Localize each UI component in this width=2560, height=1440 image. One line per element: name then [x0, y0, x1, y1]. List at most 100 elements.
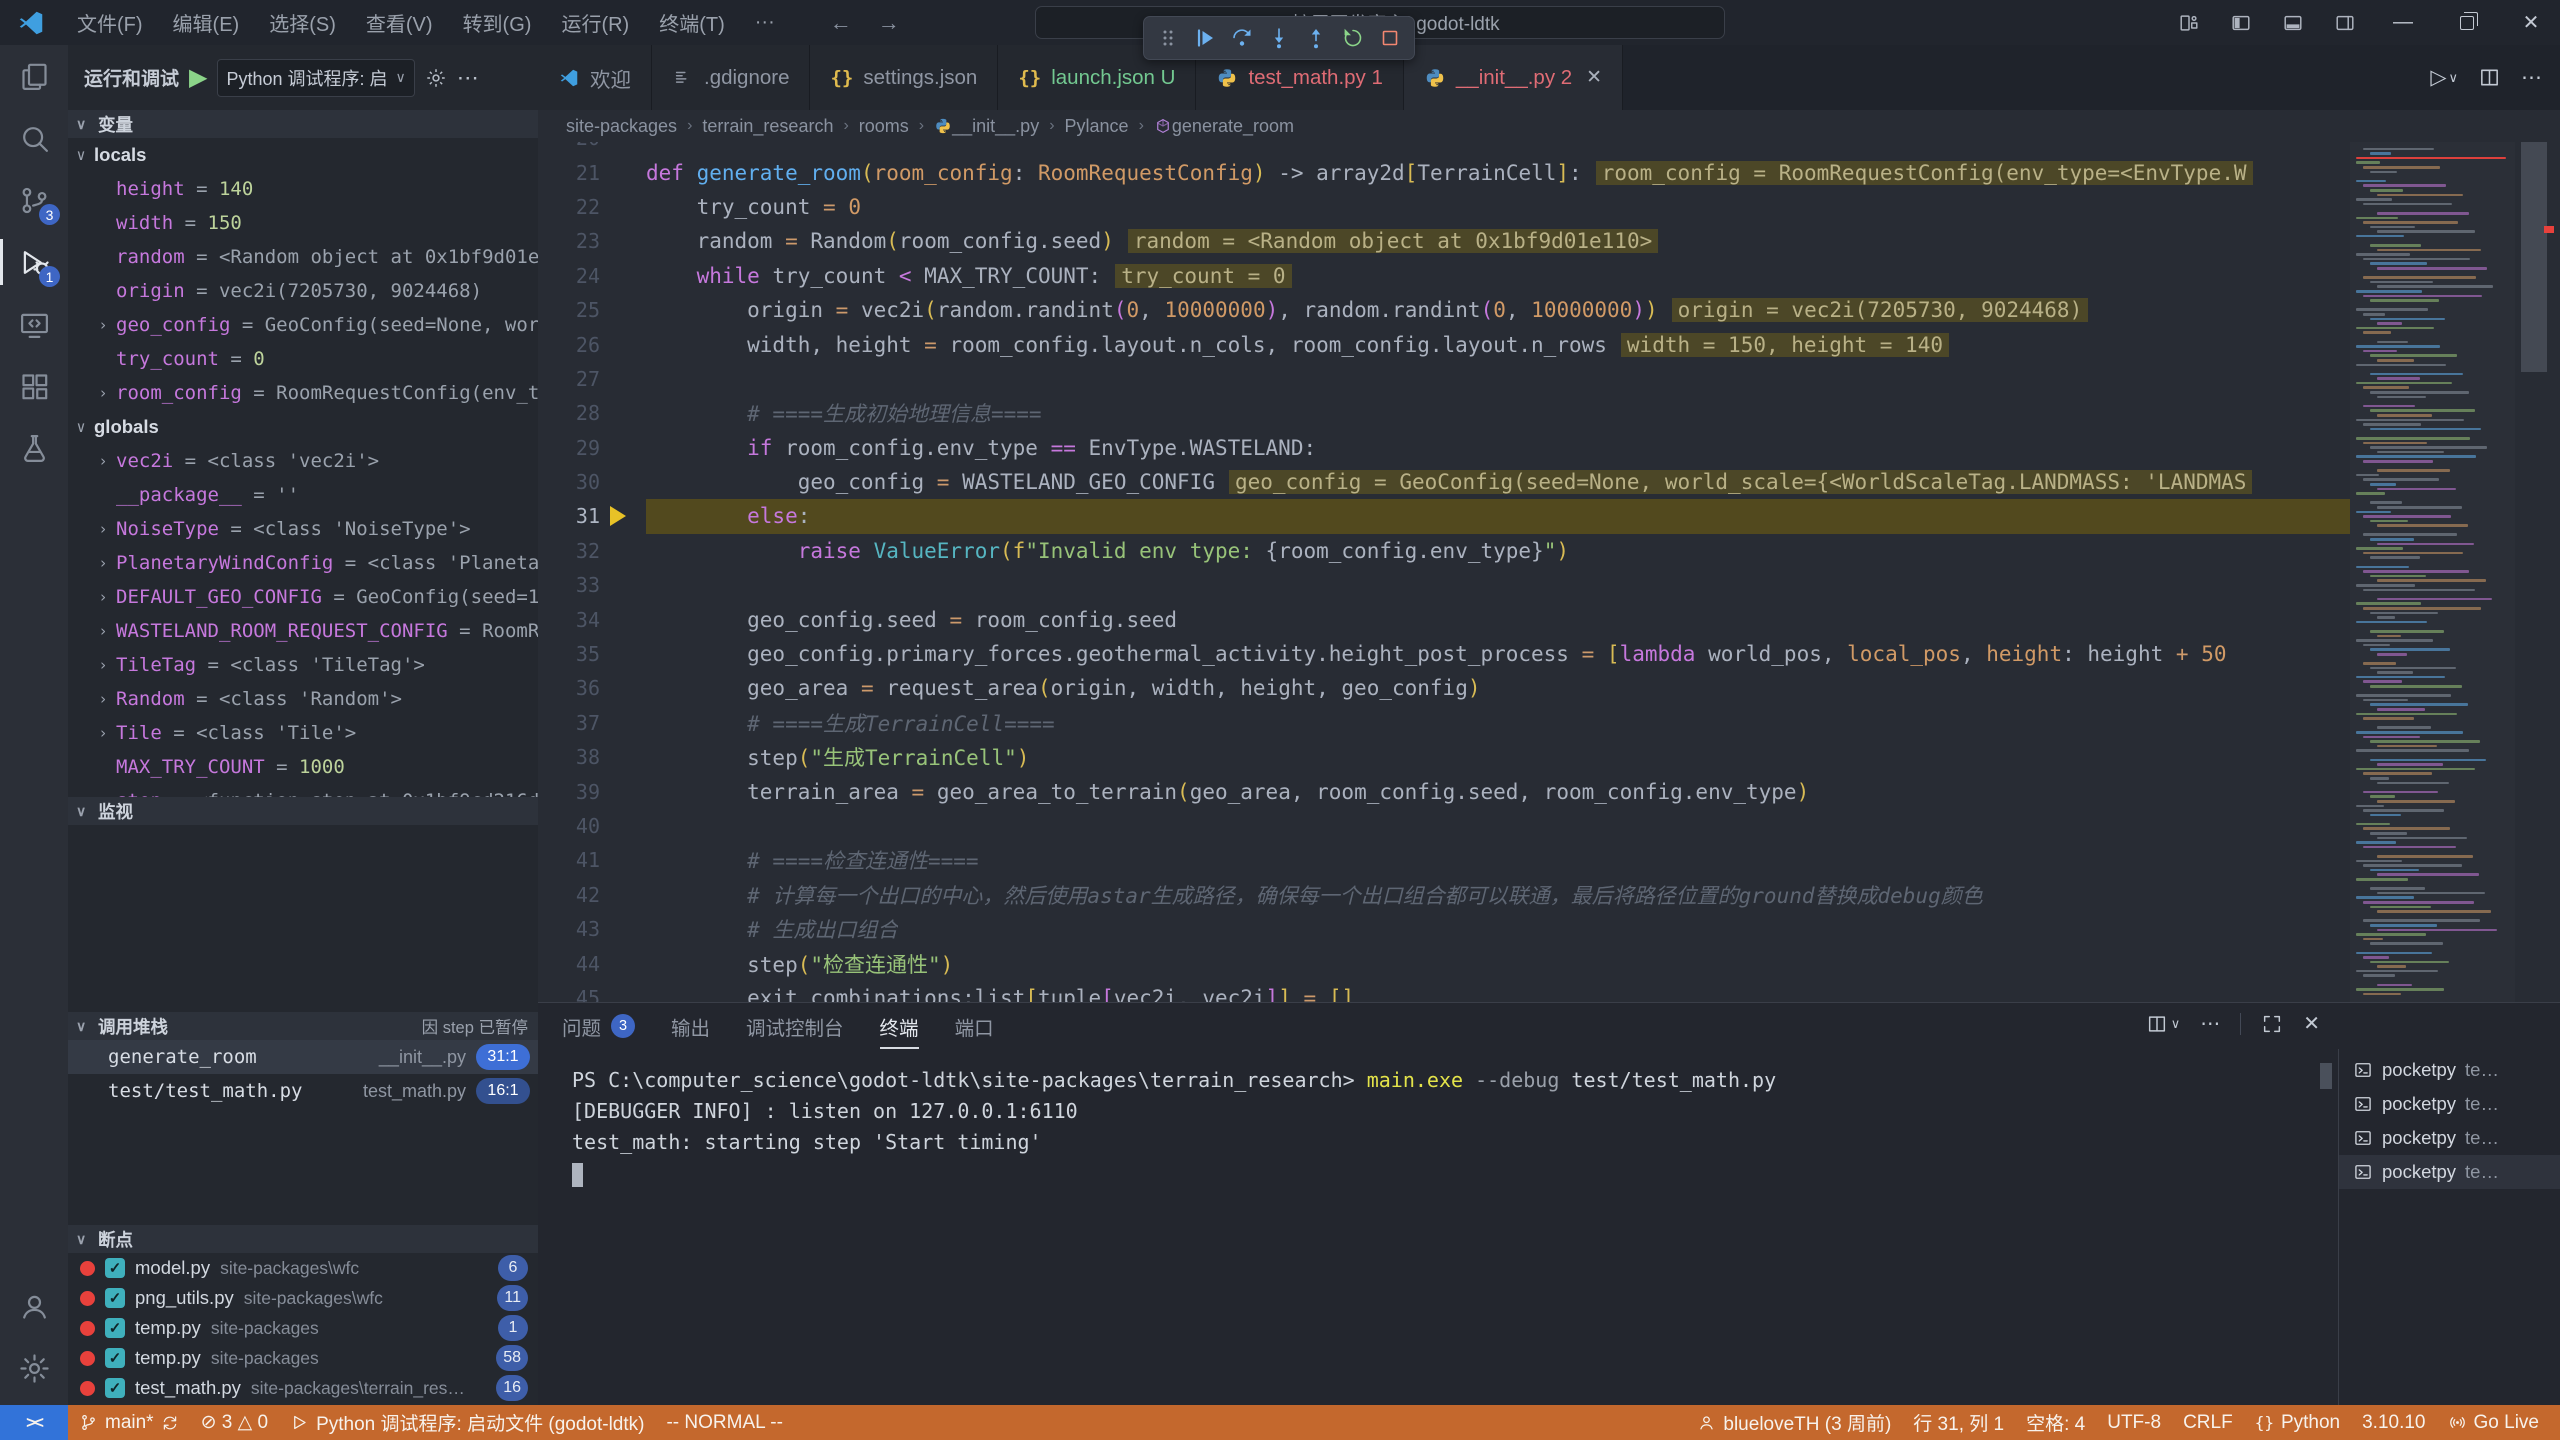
variables-header[interactable]: ∨ 变量 — [68, 110, 538, 138]
variable-row[interactable]: MAX_TRY_COUNT = 1000 — [68, 750, 538, 784]
activity-settings[interactable] — [0, 1337, 68, 1399]
code-line-29[interactable]: 29 if room_config.env_type == EnvType.WA… — [538, 431, 2350, 465]
breakpoint-checkbox[interactable]: ✓ — [105, 1318, 125, 1338]
code-line-43[interactable]: 43 # 生成出口组合 — [538, 912, 2350, 946]
variable-row[interactable]: step = <function step at 0x1bf9cd216d… — [68, 784, 538, 797]
breakpoint-checkbox[interactable]: ✓ — [105, 1258, 125, 1278]
breadcrumb-item[interactable]: __init__.py — [934, 116, 1039, 137]
code-line-42[interactable]: 42 # 计算每一个出口的中心，然后使用astar生成路径，确保每一个出口组合都… — [538, 878, 2350, 912]
status-cursor-position[interactable]: 行 31, 列 1 — [1902, 1405, 2015, 1440]
step-into-button[interactable] — [1261, 20, 1298, 56]
step-over-button[interactable] — [1224, 20, 1261, 56]
glyph-margin[interactable] — [600, 396, 646, 430]
code-line-24[interactable]: 24 while try_count < MAX_TRY_COUNT:try_c… — [538, 259, 2350, 293]
stop-button[interactable] — [1371, 20, 1408, 56]
restart-button[interactable] — [1334, 20, 1371, 56]
terminal-list-item[interactable]: pocketpyte… — [2339, 1087, 2560, 1121]
terminal-output[interactable]: PS C:\computer_science\godot-ldtk\site-p… — [572, 1065, 2332, 1405]
glyph-margin[interactable] — [600, 142, 646, 155]
breadcrumb-item[interactable]: generate_room — [1154, 116, 1294, 137]
variable-row[interactable]: ›PlanetaryWindConfig = <class 'Planeta… — [68, 546, 538, 580]
breakpoint-row[interactable]: ✓temp.pysite-packages58 — [68, 1343, 538, 1373]
more-actions-icon[interactable]: ⋯ — [457, 65, 479, 91]
code-line-35[interactable]: 35 geo_config.primary_forces.geothermal_… — [538, 637, 2350, 671]
glyph-margin[interactable] — [600, 946, 646, 980]
code-line-27[interactable]: 27 — [538, 362, 2350, 396]
activity-accounts[interactable] — [0, 1275, 68, 1337]
customize-layout-button[interactable] — [2166, 0, 2212, 45]
continue-button[interactable] — [1187, 20, 1224, 56]
code-line-22[interactable]: 22 try_count = 0 — [538, 190, 2350, 224]
glyph-margin[interactable] — [600, 912, 646, 946]
terminal-list-item[interactable]: pocketpyte… — [2339, 1053, 2560, 1087]
breakpoint-checkbox[interactable]: ✓ — [105, 1288, 125, 1308]
menu-item-7[interactable]: ··· — [740, 0, 790, 45]
breakpoint-row[interactable]: ✓test_math.pysite-packages\terrain_res…1… — [68, 1373, 538, 1403]
variable-row[interactable]: ›geo_config = GeoConfig(seed=None, wor… — [68, 308, 538, 342]
code-line-38[interactable]: 38 step("生成TerrainCell") — [538, 740, 2350, 774]
breakpoint-checkbox[interactable]: ✓ — [105, 1348, 125, 1368]
variable-row[interactable]: ›room_config = RoomRequestConfig(env_t… — [68, 376, 538, 410]
glyph-margin[interactable] — [600, 327, 646, 361]
breadcrumb[interactable]: site-packages›terrain_research›rooms›__i… — [538, 110, 2560, 142]
variable-row[interactable]: height = 140 — [68, 172, 538, 206]
minimap[interactable] — [2350, 142, 2515, 1002]
breadcrumb-item[interactable]: rooms — [859, 116, 909, 137]
watch-header[interactable]: ∨ 监视 — [68, 797, 538, 825]
glyph-margin[interactable] — [600, 465, 646, 499]
code-line-37[interactable]: 37 # ====生成TerrainCell==== — [538, 706, 2350, 740]
status-go-live[interactable]: Go Live — [2437, 1405, 2550, 1440]
glyph-margin[interactable] — [600, 499, 646, 533]
activity-search[interactable] — [0, 107, 68, 169]
glyph-margin[interactable] — [600, 809, 646, 843]
code-line-34[interactable]: 34 geo_config.seed = room_config.seed — [538, 602, 2350, 636]
more-actions-icon[interactable]: ⋯ — [2200, 1011, 2220, 1036]
variable-row[interactable]: __package__ = '' — [68, 478, 538, 512]
close-panel-icon[interactable]: ✕ — [2303, 1011, 2320, 1036]
status-debug-config[interactable]: Python 调试程序: 启动文件 (godot-ldtk) — [279, 1405, 655, 1440]
activity-run-and-debug[interactable]: 1 — [0, 231, 68, 293]
status-branch[interactable]: main* — [68, 1405, 190, 1440]
remote-indicator[interactable]: >< — [0, 1405, 68, 1440]
editor-scrollbar[interactable] — [2515, 142, 2560, 1002]
breakpoint-row[interactable]: ✓png_utils.pysite-packages\wfc11 — [68, 1283, 538, 1313]
menu-item-3[interactable]: 查看(V) — [351, 0, 448, 45]
panel-tab-输出[interactable]: 输出 — [671, 1003, 710, 1049]
glyph-margin[interactable] — [600, 981, 646, 1002]
status-author[interactable]: blueloveTH (3 周前) — [1686, 1405, 1902, 1440]
status-vim-mode[interactable]: -- NORMAL -- — [655, 1405, 793, 1440]
glyph-margin[interactable] — [600, 259, 646, 293]
code-line-39[interactable]: 39 terrain_area = geo_area_to_terrain(ge… — [538, 774, 2350, 808]
variable-row[interactable]: ›WASTELAND_ROOM_REQUEST_CONFIG = RoomR… — [68, 614, 538, 648]
step-out-button[interactable] — [1297, 20, 1334, 56]
code-line-32[interactable]: 32 raise ValueError(f"Invalid env type: … — [538, 534, 2350, 568]
variable-row[interactable]: ›Tile = <class 'Tile'> — [68, 716, 538, 750]
variable-row[interactable]: ›vec2i = <class 'vec2i'> — [68, 444, 538, 478]
code-line-44[interactable]: 44 step("检查连通性") — [538, 946, 2350, 980]
status-language-mode[interactable]: {}Python — [2244, 1405, 2351, 1440]
status-problems[interactable]: ⊘ 3 △ 0 — [190, 1405, 280, 1440]
code-editor[interactable]: 2021def generate_room(room_config: RoomR… — [538, 142, 2560, 1002]
code-line-26[interactable]: 26 width, height = room_config.layout.n_… — [538, 327, 2350, 361]
callstack-header[interactable]: ∨ 调用堆栈 因 step 已暂停 — [68, 1012, 538, 1040]
breakpoint-row[interactable]: ✓model.pysite-packages\wfc6 — [68, 1253, 538, 1283]
code-line-41[interactable]: 41 # ====检查连通性==== — [538, 843, 2350, 877]
panel-tab-问题[interactable]: 问题3 — [562, 1003, 635, 1049]
variable-group-globals[interactable]: ∨globals — [68, 410, 538, 444]
glyph-margin[interactable] — [600, 431, 646, 465]
glyph-margin[interactable] — [600, 706, 646, 740]
code-line-40[interactable]: 40 — [538, 809, 2350, 843]
split-editor-icon[interactable] — [2478, 66, 2501, 89]
more-actions-icon[interactable]: ⋯ — [2521, 65, 2542, 90]
glyph-margin[interactable] — [600, 843, 646, 877]
glyph-margin[interactable] — [600, 878, 646, 912]
split-terminal-button[interactable]: ∨ — [2146, 1013, 2181, 1035]
tab-__init__.py[interactable]: __init__.py 2✕ — [1404, 45, 1623, 110]
activity-testing[interactable] — [0, 417, 68, 479]
code-line-28[interactable]: 28 # ====生成初始地理信息==== — [538, 396, 2350, 430]
start-debug-button[interactable]: ▶ — [189, 63, 207, 92]
glyph-margin[interactable] — [600, 224, 646, 258]
menu-item-6[interactable]: 终端(T) — [644, 0, 740, 45]
toggle-primary-sidebar-button[interactable] — [2218, 0, 2264, 45]
code-line-45[interactable]: 45 exit_combinations:list[tuple[vec2i, v… — [538, 981, 2350, 1002]
